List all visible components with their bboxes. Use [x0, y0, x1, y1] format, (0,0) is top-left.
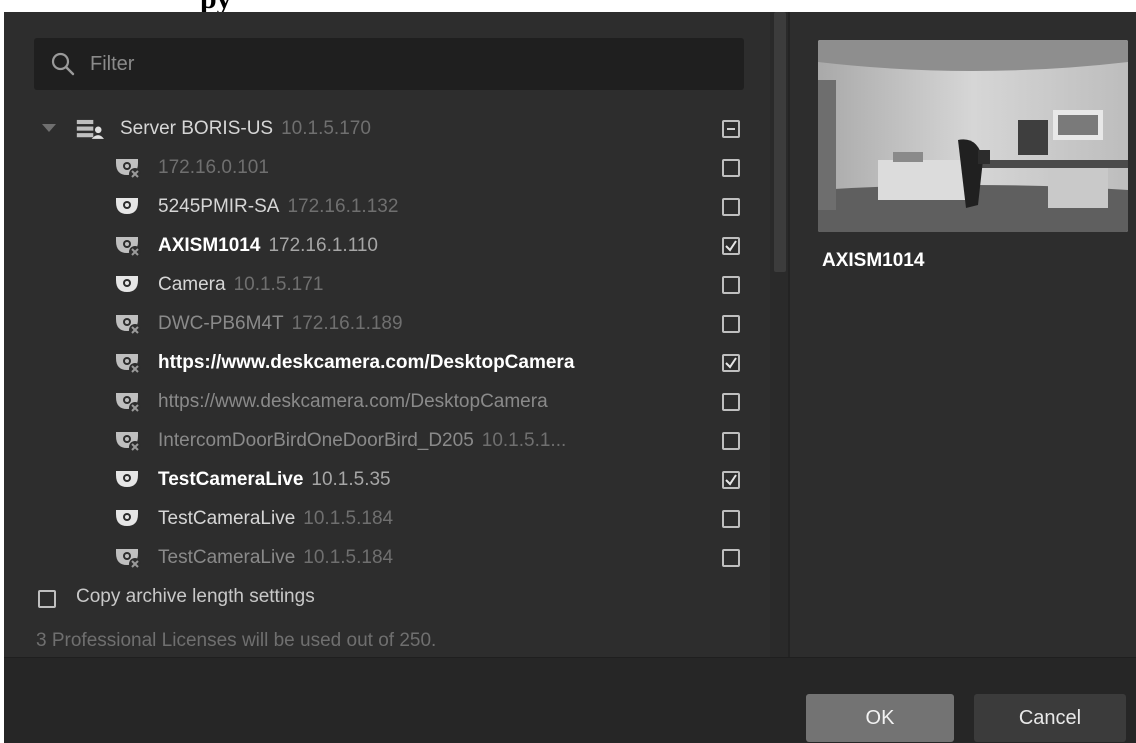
- device-checkbox[interactable]: [722, 354, 740, 372]
- device-name: TestCameraLive: [158, 508, 296, 529]
- device-checkbox[interactable]: [722, 393, 740, 411]
- filter-field[interactable]: [34, 38, 744, 90]
- device-row[interactable]: https://www.deskcamera.com/DesktopCamera: [4, 383, 770, 421]
- camera-offline-icon: [114, 155, 142, 181]
- camera-offline-icon: [114, 311, 142, 337]
- device-checkbox[interactable]: [722, 549, 740, 567]
- device-checkbox[interactable]: [722, 315, 740, 333]
- license-info: 3 Professional Licenses will be used out…: [36, 630, 437, 651]
- copy-archive-checkbox[interactable]: [38, 590, 56, 608]
- device-row[interactable]: TestCameraLive 10.1.5.35: [4, 461, 770, 499]
- device-checkbox[interactable]: [722, 510, 740, 528]
- top-strip: py: [0, 0, 1136, 12]
- camera-offline-icon: [114, 428, 142, 454]
- cancel-button[interactable]: Cancel: [974, 694, 1126, 742]
- device-checkbox[interactable]: [722, 276, 740, 294]
- server-ip: 10.1.5.170: [281, 118, 371, 139]
- device-row[interactable]: Camera 10.1.5.171: [4, 266, 770, 304]
- camera-icon: [114, 506, 142, 532]
- server-checkbox[interactable]: [722, 120, 740, 138]
- camera-icon: [114, 194, 142, 220]
- camera-offline-icon: [114, 233, 142, 259]
- device-ip: 172.16.1.132: [287, 196, 399, 217]
- device-ip: 172.16.1.189: [291, 313, 403, 334]
- camera-offline-icon: [114, 350, 142, 376]
- copy-archive-label: Copy archive length settings: [76, 586, 315, 607]
- camera-icon: [114, 272, 142, 298]
- device-row[interactable]: 172.16.0.101: [4, 149, 770, 187]
- device-name: AXISM1014: [158, 235, 261, 256]
- device-row[interactable]: TestCameraLive 10.1.5.184: [4, 539, 770, 577]
- search-icon: [51, 52, 75, 76]
- ok-button[interactable]: OK: [806, 694, 954, 742]
- device-ip: 10.1.5.184: [303, 547, 394, 568]
- device-ip: 10.1.5.184: [303, 508, 394, 529]
- device-name: IntercomDoorBirdOneDoorBird_D205: [158, 430, 474, 451]
- device-ip: 10.1.5.171: [233, 274, 324, 295]
- server-icon: [76, 119, 104, 139]
- device-checkbox[interactable]: [722, 159, 740, 177]
- collapse-caret-icon[interactable]: [42, 124, 56, 132]
- device-checkbox[interactable]: [722, 198, 740, 216]
- device-name: TestCameraLive: [158, 547, 296, 568]
- preview-camera-name: AXISM1014: [822, 250, 925, 271]
- preview-panel: AXISM1014: [790, 12, 1136, 657]
- device-row[interactable]: TestCameraLive 10.1.5.184: [4, 500, 770, 538]
- device-row[interactable]: DWC-PB6M4T 172.16.1.189: [4, 305, 770, 343]
- filter-input[interactable]: [90, 38, 730, 90]
- device-row[interactable]: AXISM1014 172.16.1.110: [4, 227, 770, 265]
- device-name: https://www.deskcamera.com/DesktopCamera: [158, 352, 575, 373]
- device-name: Camera: [158, 274, 226, 295]
- device-checkbox[interactable]: [722, 237, 740, 255]
- device-ip: 10.1.5.35: [311, 469, 391, 490]
- device-row[interactable]: 5245PMIR-SA 172.16.1.132: [4, 188, 770, 226]
- device-ip: 172.16.1.110: [268, 235, 378, 256]
- device-row[interactable]: https://www.deskcamera.com/DesktopCamera: [4, 344, 770, 382]
- camera-offline-icon: [114, 545, 142, 571]
- device-checkbox[interactable]: [722, 471, 740, 489]
- device-checkbox[interactable]: [722, 432, 740, 450]
- device-name: DWC-PB6M4T: [158, 313, 284, 334]
- scrollbar-thumb[interactable]: [774, 12, 786, 272]
- camera-preview-thumbnail: [818, 40, 1128, 232]
- device-ip: 172.16.0.101: [158, 157, 269, 178]
- device-name: https://www.deskcamera.com/DesktopCamera: [158, 391, 548, 412]
- camera-offline-icon: [114, 389, 142, 415]
- device-name: 5245PMIR-SA: [158, 196, 280, 217]
- cropped-title-fragment: py: [200, 0, 232, 12]
- camera-icon: [114, 467, 142, 493]
- device-copy-dialog: Server BORIS-US 10.1.5.170 172.16.0.101 52…: [4, 12, 1136, 743]
- device-list-panel: Server BORIS-US 10.1.5.170 172.16.0.101 52…: [4, 12, 770, 657]
- server-row[interactable]: Server BORIS-US 10.1.5.170: [4, 110, 770, 148]
- device-name: TestCameraLive: [158, 469, 304, 490]
- device-row[interactable]: IntercomDoorBirdOneDoorBird_D205 10.1.5.1…: [4, 422, 770, 460]
- server-name: Server BORIS-US: [120, 118, 274, 139]
- device-ip: 10.1.5.1...: [481, 430, 567, 451]
- dialog-footer: OK Cancel: [4, 657, 1136, 743]
